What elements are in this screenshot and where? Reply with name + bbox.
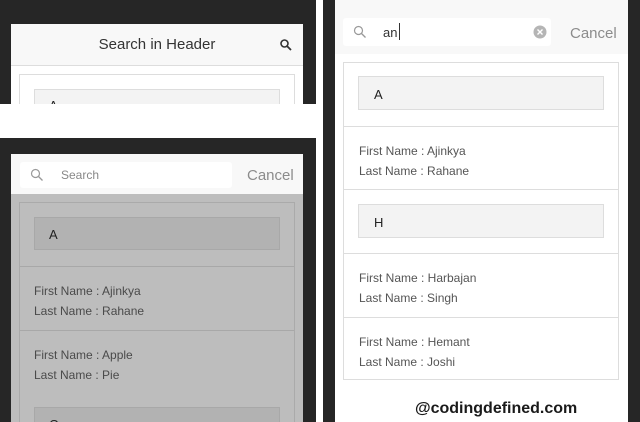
contact-list: A	[19, 74, 295, 104]
last-name: Last Name : Pie	[34, 368, 120, 382]
search-icon[interactable]	[279, 38, 293, 52]
list-divider-label: C	[49, 417, 58, 422]
last-name: Last Name : Rahane	[34, 304, 145, 318]
contact-list: A First Name : Ajinkya Last Name : Rahan…	[343, 62, 619, 380]
search-header: Search Cancel	[11, 154, 303, 194]
last-name: Last Name : Rahane	[359, 164, 470, 178]
first-name: First Name : Apple	[34, 348, 133, 362]
search-input[interactable]: Search	[20, 162, 232, 188]
search-value: an	[383, 25, 398, 40]
search-icon	[353, 25, 366, 38]
search-icon	[30, 168, 43, 181]
list-item[interactable]: First Name : Ajinkya Last Name : Rahane	[20, 266, 294, 330]
search-input[interactable]: an	[343, 18, 551, 46]
last-name: Last Name : Joshi	[359, 355, 456, 369]
contact-list: A First Name : Ajinkya Last Name : Rahan…	[19, 202, 295, 422]
list-divider: A	[34, 217, 280, 250]
list-divider-row: H	[344, 189, 618, 253]
phone-screen-default: Search in Header A	[11, 24, 303, 104]
list-divider-label: A	[374, 87, 383, 102]
last-name: Last Name : Singh	[359, 291, 458, 305]
list-divider: A	[34, 89, 280, 104]
page-title: Search in Header	[98, 36, 216, 53]
list-divider: H	[358, 204, 604, 238]
first-name: First Name : Hemant	[359, 335, 470, 349]
list-item[interactable]: First Name : Hemant Last Name : Joshi	[344, 317, 618, 380]
list-item[interactable]: First Name : Ajinkya Last Name : Rahane	[344, 126, 618, 189]
first-name: First Name : Ajinkya	[359, 144, 466, 158]
first-name: First Name : Harbajan	[359, 271, 477, 285]
cancel-button[interactable]: Cancel	[247, 167, 294, 184]
search-placeholder: Search	[61, 168, 100, 182]
search-header: an Cancel	[335, 0, 628, 54]
phone-screen-search-results: an Cancel A First Name : Ajinkya Last Na…	[335, 0, 628, 422]
cancel-button[interactable]: Cancel	[570, 25, 617, 42]
screenshot-divider	[316, 0, 323, 422]
first-name: First Name : Ajinkya	[34, 284, 141, 298]
list-item[interactable]: First Name : Harbajan Last Name : Singh	[344, 253, 618, 317]
app-header: Search in Header	[11, 24, 303, 66]
list-divider: C	[34, 407, 280, 422]
list-divider-label: H	[374, 215, 384, 230]
list-divider-label: A	[49, 227, 58, 242]
list-divider-label: A	[49, 98, 58, 104]
watermark: @codingdefined.com	[415, 400, 578, 417]
text-caret	[399, 23, 400, 40]
background-gap	[0, 104, 321, 138]
phone-screen-search-open: A First Name : Ajinkya Last Name : Rahan…	[11, 154, 303, 422]
list-item[interactable]: First Name : Apple Last Name : Pie	[20, 330, 294, 394]
list-divider: A	[358, 76, 604, 110]
clear-icon[interactable]	[533, 25, 547, 39]
